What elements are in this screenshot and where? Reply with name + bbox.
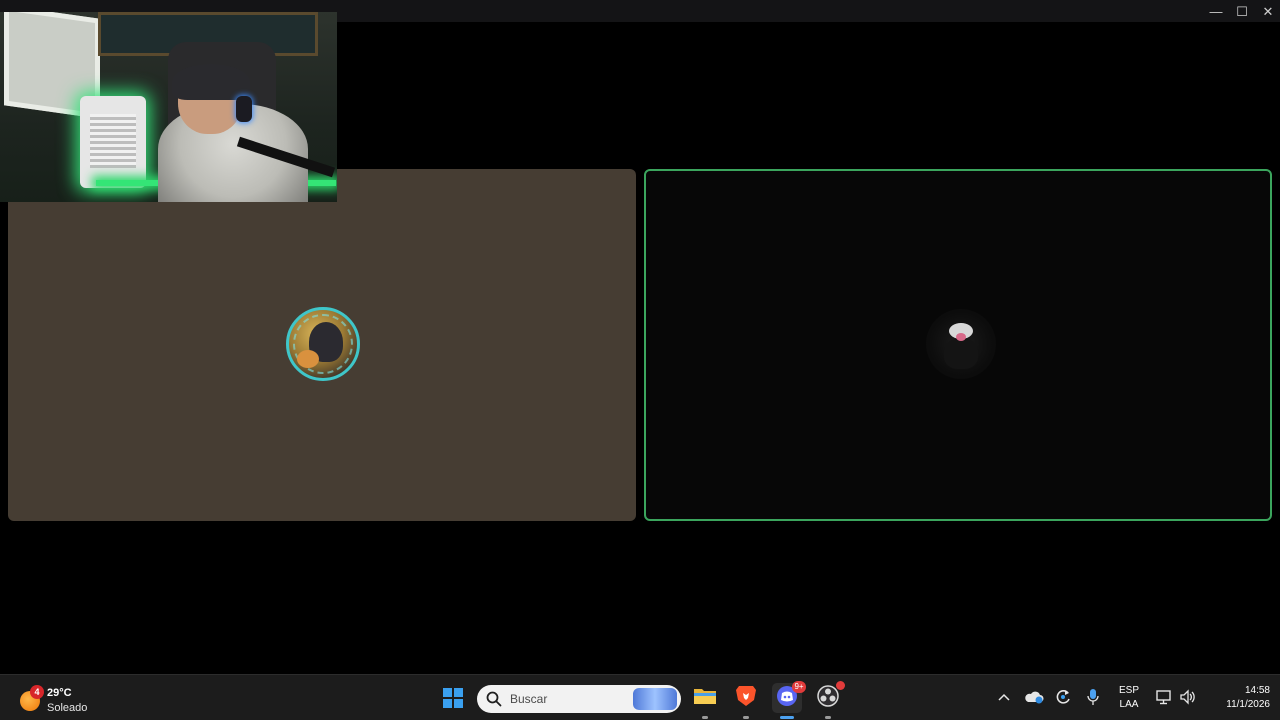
clock-time: 14:58 [1244, 685, 1270, 696]
running-indicator [702, 716, 708, 719]
running-indicator [825, 716, 831, 719]
participant-avatar [286, 307, 360, 381]
taskbar: 4 29°C Soleado Buscar 9+ ESP LAA 14:58 1… [0, 674, 1280, 720]
brave-button[interactable] [731, 683, 761, 719]
active-indicator [780, 716, 794, 719]
microphone-icon[interactable] [1083, 687, 1103, 707]
folder-icon [693, 686, 717, 711]
search-box[interactable]: Buscar [477, 685, 681, 713]
avatar-nose [956, 333, 966, 341]
participant-avatar [926, 309, 996, 379]
maximize-button[interactable]: ☐ [1230, 2, 1254, 20]
volume-icon[interactable] [1178, 687, 1198, 707]
clock-date: 11/1/2026 [1226, 699, 1270, 710]
participant-tile-2-speaking[interactable] [644, 169, 1272, 521]
search-icon [485, 690, 503, 708]
participant-tile-1[interactable] [8, 169, 636, 521]
webcam-cap [172, 64, 250, 100]
search-highlight-art [633, 688, 677, 710]
chevron-up-icon[interactable] [994, 687, 1014, 707]
weather-temperature: 29°C [47, 687, 72, 699]
search-placeholder: Buscar [510, 692, 548, 706]
brave-icon [735, 684, 757, 713]
weather-badge: 4 [30, 685, 44, 699]
webcam-overlay [0, 12, 337, 202]
start-button[interactable] [438, 683, 468, 713]
sync-icon[interactable] [1053, 687, 1073, 707]
network-icon[interactable] [1154, 687, 1174, 707]
weather-widget[interactable]: 4 29°C Soleado [16, 681, 126, 715]
obs-button[interactable] [813, 681, 845, 719]
notification-badge: 9+ [792, 681, 806, 693]
language-code: ESP [1118, 685, 1139, 696]
running-indicator [743, 716, 749, 719]
obs-icon [817, 684, 839, 712]
keyboard-layout: LAA [1119, 699, 1139, 710]
webcam-headset [236, 96, 252, 122]
minimize-button[interactable]: — [1204, 2, 1228, 20]
discord-button[interactable]: 9+ [772, 681, 806, 719]
avatar-figure-accent [297, 350, 319, 368]
webcam-heater [80, 96, 146, 188]
system-clock[interactable]: 14:58 11/1/2026 [1204, 684, 1270, 712]
close-button[interactable]: ✕ [1256, 2, 1280, 20]
weather-condition: Soleado [47, 702, 88, 714]
notification-dot [836, 681, 845, 690]
input-language-indicator[interactable]: ESP LAA [1114, 684, 1144, 712]
avatar-body [944, 339, 978, 369]
file-explorer-button[interactable] [690, 683, 720, 719]
onedrive-icon[interactable] [1024, 687, 1044, 707]
